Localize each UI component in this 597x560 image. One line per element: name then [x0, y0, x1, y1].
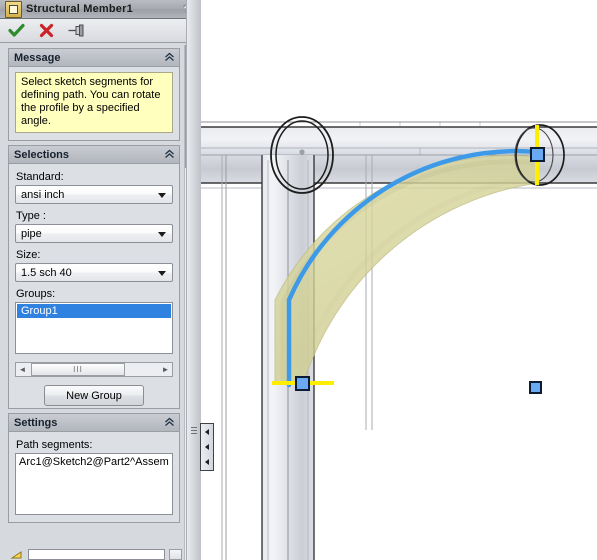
standard-label: Standard: [16, 171, 64, 183]
new-group-button[interactable]: New Group [44, 385, 144, 406]
size-label: Size: [16, 249, 41, 261]
message-rollout: Message Select sketch segments for defin… [8, 48, 180, 141]
selections-rollout-title: Selections [14, 148, 70, 161]
angle-icon [10, 549, 24, 560]
selections-rollout-body: Standard: ansi inch Type : pipe Size: 1.… [9, 164, 179, 361]
panel-title-bar: Structural Member1 ? [0, 0, 200, 19]
message-rollout-body: Select sketch segments for defining path… [9, 67, 179, 140]
selections-rollout: Selections Standard: ansi inch Type : pi… [8, 145, 180, 409]
page-title: Structural Member1 [26, 3, 133, 15]
type-value: pipe [21, 227, 42, 240]
pushpin-icon[interactable] [66, 21, 86, 41]
groups-label: Groups: [16, 288, 56, 300]
chevron-collapse-icon[interactable] [164, 149, 175, 161]
list-item[interactable]: Arc1@Sketch2@Part2^Assem [19, 456, 169, 468]
groups-horizontal-scrollbar[interactable]: ◄ III ► [15, 362, 173, 377]
path-segments-label: Path segments: [16, 439, 93, 451]
structural-member-icon [5, 0, 22, 18]
path-segments-listbox[interactable]: Arc1@Sketch2@Part2^Assem [15, 453, 173, 515]
message-text: Select sketch segments for defining path… [15, 72, 173, 133]
chevron-down-icon[interactable] [158, 231, 166, 237]
rotation-angle-row [10, 549, 182, 560]
selections-rollout-header[interactable]: Selections [9, 146, 179, 164]
panel-toolbar [0, 19, 200, 43]
standard-dropdown[interactable]: ansi inch [15, 185, 173, 204]
chevron-collapse-icon[interactable] [164, 52, 175, 64]
property-manager-panel: Structural Member1 ? [0, 0, 200, 560]
message-rollout-title: Message [14, 51, 61, 64]
chevron-collapse-icon[interactable] [164, 417, 175, 429]
scroll-left-icon[interactable]: ◄ [16, 365, 29, 374]
message-rollout-header[interactable]: Message [9, 49, 179, 67]
chevron-down-icon[interactable] [158, 270, 166, 276]
angle-input[interactable] [28, 549, 165, 560]
list-item[interactable]: Group1 [17, 304, 171, 318]
panel-body: Message Select sketch segments for defin… [0, 44, 186, 560]
settings-rollout: Settings Path segments: Arc1@Sketch2@Par… [8, 413, 180, 523]
settings-rollout-header[interactable]: Settings [9, 414, 179, 432]
type-dropdown[interactable]: pipe [15, 224, 173, 243]
standard-value: ansi inch [21, 188, 65, 201]
cancel-icon[interactable] [36, 21, 56, 41]
application-window: Structural Member1 ? [0, 0, 597, 560]
accept-ok-icon[interactable] [6, 21, 26, 41]
chevron-left-icon[interactable] [205, 443, 209, 450]
size-value: 1.5 sch 40 [21, 266, 72, 279]
scroll-right-icon[interactable]: ► [159, 365, 172, 374]
chevron-down-icon[interactable] [158, 192, 166, 198]
splitter-grip-icon[interactable] [191, 427, 197, 438]
settings-rollout-body: Path segments: Arc1@Sketch2@Part2^Assem [9, 432, 179, 522]
size-dropdown[interactable]: 1.5 sch 40 [15, 263, 173, 282]
spinner-up-icon[interactable] [169, 549, 182, 560]
scrollbar-thumb[interactable]: III [31, 363, 125, 376]
chevron-left-icon[interactable] [205, 428, 209, 435]
origin-point-marker [529, 381, 542, 394]
panel-collapse-tab[interactable] [200, 423, 214, 471]
groups-listbox[interactable]: Group1 [15, 302, 173, 354]
panel-splitter[interactable] [186, 0, 201, 560]
chevron-left-icon[interactable] [205, 459, 209, 466]
type-label: Type : [16, 210, 46, 222]
settings-rollout-title: Settings [14, 416, 58, 429]
